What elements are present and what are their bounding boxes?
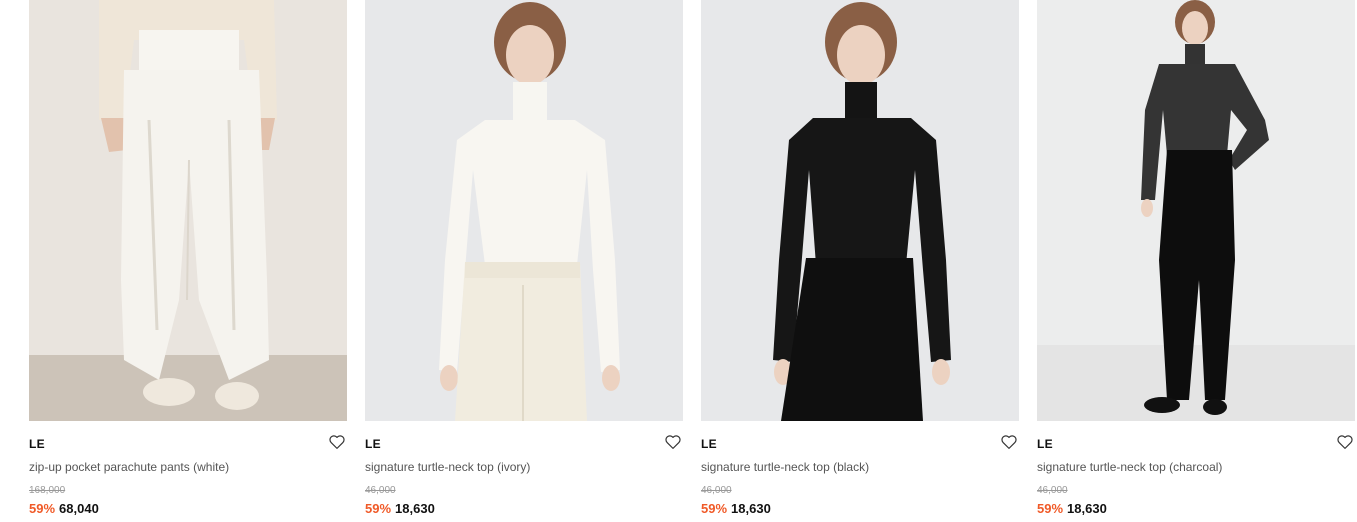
product-image[interactable] [29,0,347,421]
wishlist-heart-icon[interactable] [328,433,346,451]
product-photo-charcoal-turtleneck [1037,0,1355,421]
wishlist-heart-icon[interactable] [1000,433,1018,451]
original-price: 168,000 [29,485,66,496]
discount-rate: 59% [1037,501,1064,516]
product-image[interactable] [365,0,683,421]
product-name[interactable]: signature turtle-neck top (ivory) [365,460,530,474]
product-image[interactable] [701,0,1019,421]
price-row: 59% 18,630 [365,501,435,516]
product-name[interactable]: signature turtle-neck top (black) [701,460,869,474]
product-brand[interactable]: LE [701,437,717,451]
original-price: 46,000 [701,485,732,496]
wishlist-heart-icon[interactable] [1336,433,1354,451]
product-photo-ivory-turtleneck [365,0,683,421]
sale-price: 18,630 [395,501,435,516]
product-card[interactable]: LE zip-up pocket parachute pants (white)… [29,0,347,522]
wishlist-heart-icon[interactable] [664,433,682,451]
original-price: 46,000 [1037,485,1068,496]
price-row: 59% 18,630 [1037,501,1107,516]
product-brand[interactable]: LE [365,437,381,451]
price-row: 59% 68,040 [29,501,99,516]
product-brand[interactable]: LE [29,437,45,451]
discount-rate: 59% [29,501,56,516]
sale-price: 18,630 [731,501,771,516]
product-card[interactable]: LE signature turtle-neck top (black) 46,… [701,0,1019,522]
product-photo-black-turtleneck [701,0,1019,421]
sale-price: 68,040 [59,501,99,516]
discount-rate: 59% [701,501,728,516]
sale-price: 18,630 [1067,501,1107,516]
product-card[interactable]: LE signature turtle-neck top (charcoal) … [1037,0,1355,522]
product-image[interactable] [1037,0,1355,421]
product-grid: LE zip-up pocket parachute pants (white)… [29,0,1355,522]
product-brand[interactable]: LE [1037,437,1053,451]
product-name[interactable]: zip-up pocket parachute pants (white) [29,460,229,474]
product-photo-parachute-pants [29,0,347,421]
original-price: 46,000 [365,485,396,496]
discount-rate: 59% [365,501,392,516]
product-card[interactable]: LE signature turtle-neck top (ivory) 46,… [365,0,683,522]
price-row: 59% 18,630 [701,501,771,516]
product-name[interactable]: signature turtle-neck top (charcoal) [1037,460,1222,474]
